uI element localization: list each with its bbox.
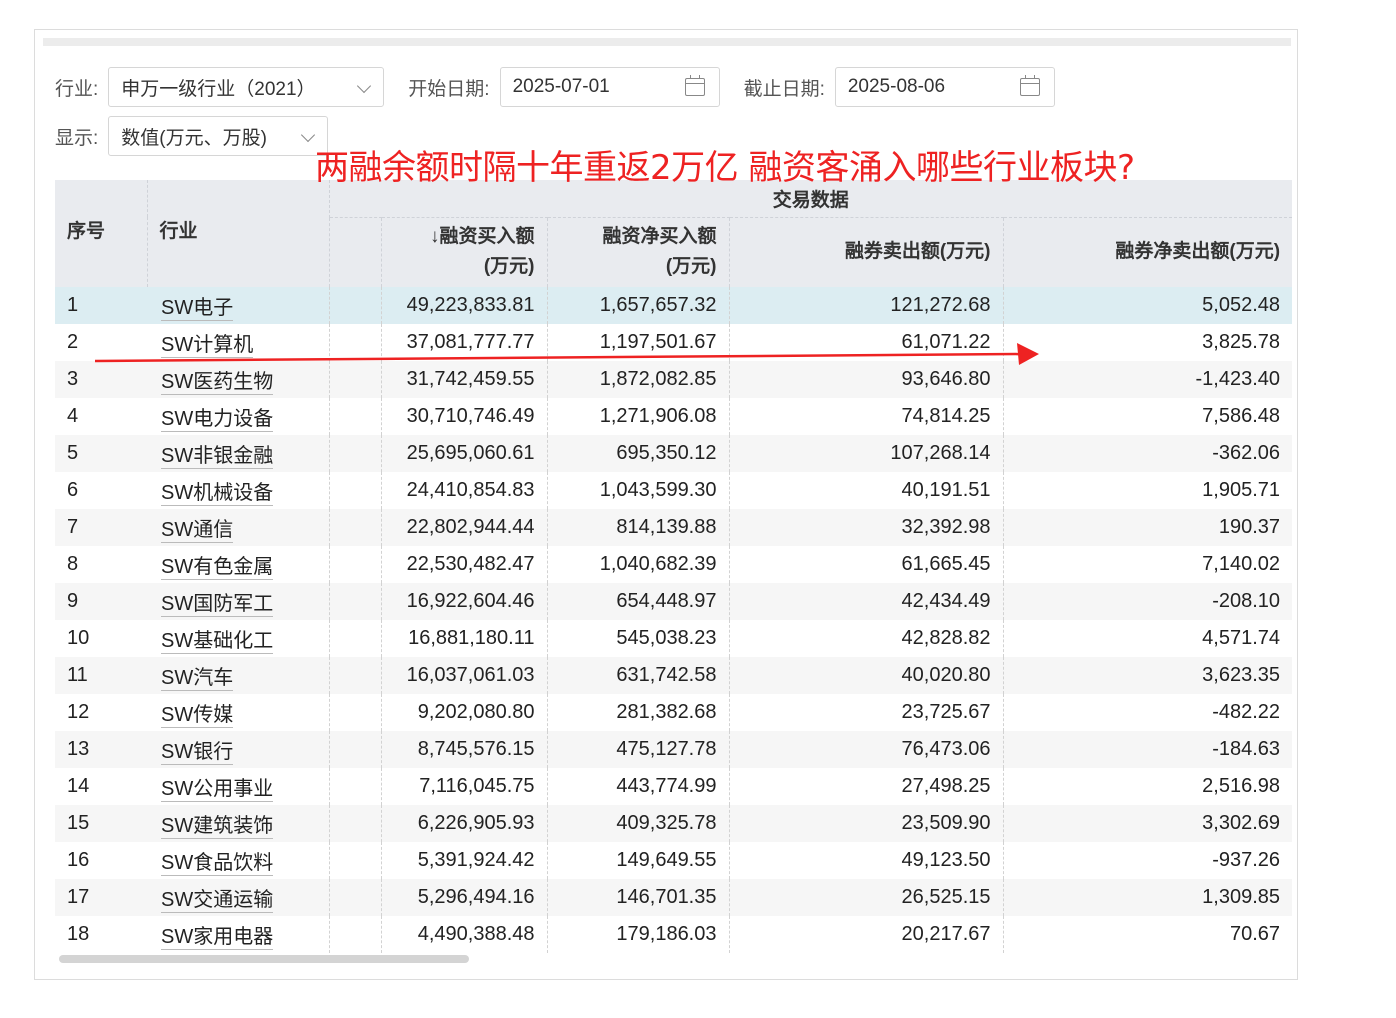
margin-trading-panel: 行业: 申万一级行业（2021） 开始日期: 2025-07-01 截止日期: … xyxy=(34,29,1298,980)
red-arrow-annotation xyxy=(94,343,1039,365)
arrow-head xyxy=(1017,343,1039,365)
arrow-shaft xyxy=(94,352,1026,363)
